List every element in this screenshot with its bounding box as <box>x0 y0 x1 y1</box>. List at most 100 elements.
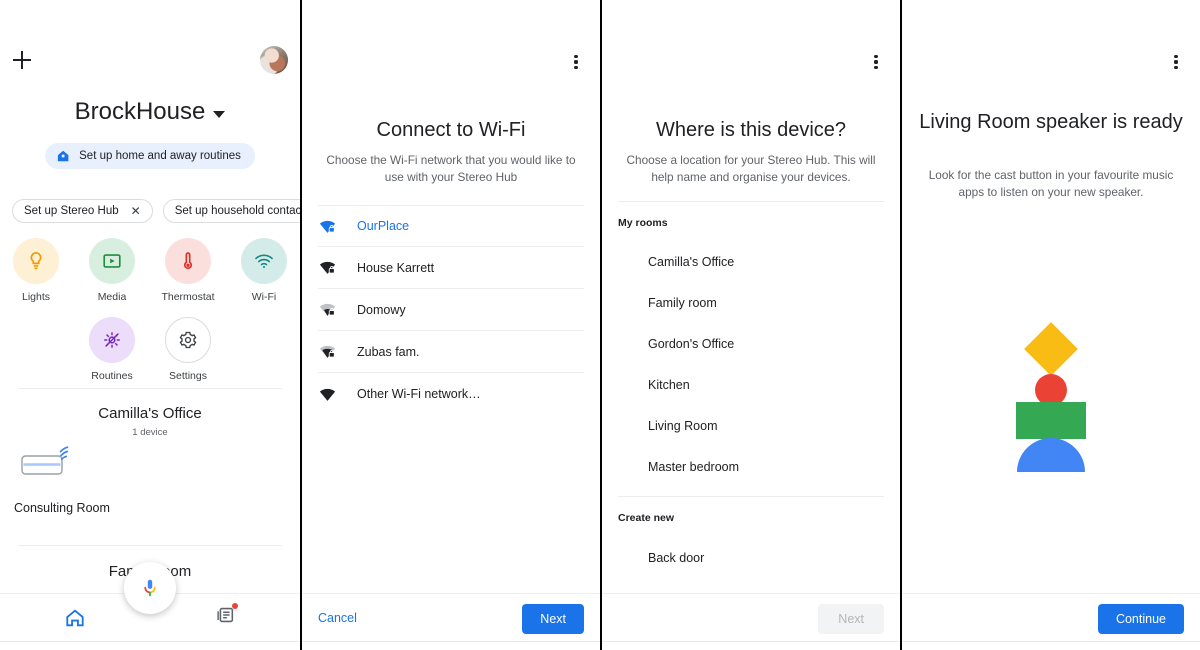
tile-label: Settings <box>169 370 207 382</box>
wifi-icon <box>241 238 287 284</box>
divider <box>302 641 600 642</box>
thermometer-icon <box>165 238 211 284</box>
assistant-mic-icon <box>144 579 156 597</box>
wifi-network-row[interactable]: Domowy <box>318 289 584 331</box>
wifi-lock-weak-icon <box>319 303 336 316</box>
divider <box>618 201 884 202</box>
page-title: Where is this device? <box>655 119 847 141</box>
wifi-network-row[interactable]: Zubas fam. <box>318 331 584 373</box>
chip-label: Set up household contacts <box>174 205 300 217</box>
room-option[interactable]: Master bedroom <box>648 446 884 487</box>
speaker-ready-illustration <box>902 322 1200 480</box>
create-room-option[interactable]: Back door <box>648 537 884 578</box>
wifi-network-row[interactable]: House Karrett <box>318 247 584 289</box>
wifi-lock-strong-icon <box>319 261 336 274</box>
four-panel-screenshot-strip: BrockHouse Set up home and away routines… <box>0 0 1200 650</box>
chevron-down-icon <box>213 110 226 118</box>
wifi-icon <box>319 388 336 401</box>
rectangle-shape-icon <box>1016 402 1086 439</box>
dome-shape-icon <box>1017 438 1085 472</box>
cancel-button[interactable]: Cancel <box>318 611 357 625</box>
home-routines-icon <box>57 150 69 162</box>
page-subtitle: Choose a location for your Stereo Hub. T… <box>626 153 876 185</box>
tile-label: Wi-Fi <box>251 291 277 303</box>
room-title: Camilla's Office <box>98 405 202 422</box>
setup-routines-chip[interactable]: Set up home and away routines <box>45 143 255 169</box>
action-bar: Cancel Next <box>302 593 600 641</box>
page-title: Connect to Wi-Fi <box>376 119 526 141</box>
home-icon <box>66 608 84 626</box>
divider <box>18 388 282 389</box>
assistant-mic-button[interactable] <box>124 562 176 614</box>
plus-icon[interactable] <box>13 51 31 69</box>
tile-wifi[interactable]: Wi-Fi <box>232 238 296 303</box>
wifi-network-row-other[interactable]: Other Wi-Fi network… <box>318 373 584 415</box>
tile-thermostat[interactable]: Thermostat <box>156 238 220 303</box>
section-header-create-new: Create new <box>618 512 675 524</box>
panel-device-location: Where is this device? Choose a location … <box>600 0 900 650</box>
quick-action-tiles: Lights Media Thermostat Wi-Fi Routines S… <box>0 238 300 382</box>
tile-media[interactable]: Media <box>80 238 144 303</box>
tile-label: Routines <box>91 370 133 382</box>
setup-routines-label: Set up home and away routines <box>79 150 241 162</box>
gear-icon <box>165 317 211 363</box>
overflow-menu-icon[interactable] <box>566 52 586 72</box>
room-option[interactable]: Gordon's Office <box>648 323 884 364</box>
divider <box>902 641 1200 642</box>
wifi-network-name: House Karrett <box>357 260 435 275</box>
home-name: BrockHouse <box>74 98 206 125</box>
panel-home: BrockHouse Set up home and away routines… <box>0 0 300 650</box>
action-bar: Next <box>602 593 900 641</box>
tile-routines[interactable]: Routines <box>80 317 144 382</box>
divider <box>602 641 900 642</box>
divider <box>18 545 282 546</box>
chip-setup-household-contacts[interactable]: Set up household contacts ✕ <box>162 199 300 223</box>
close-icon[interactable]: ✕ <box>131 205 141 217</box>
action-bar: Continue <box>902 593 1200 641</box>
page-title: Living Room speaker is ready <box>919 111 1183 133</box>
smart-display-icon <box>21 446 69 475</box>
divider <box>0 641 300 642</box>
diamond-shape-icon <box>1024 322 1078 376</box>
tile-label: Media <box>97 291 127 303</box>
divider <box>618 496 884 497</box>
overflow-menu-icon[interactable] <box>1166 52 1186 72</box>
wifi-lock-strong-icon <box>319 220 336 233</box>
page-title[interactable]: BrockHouse <box>0 98 300 126</box>
room-option[interactable]: Family room <box>648 282 884 323</box>
wifi-network-list: OurPlace House Karrett Domowy Zubas fam.… <box>318 205 584 415</box>
chip-setup-stereo-hub[interactable]: Set up Stereo Hub ✕ <box>12 199 153 223</box>
continue-button[interactable]: Continue <box>1097 604 1184 634</box>
room-device-count: 1 device <box>132 427 168 438</box>
wifi-network-name: Zubas fam. <box>357 344 420 359</box>
notification-badge <box>232 603 238 609</box>
overflow-menu-icon[interactable] <box>866 52 886 72</box>
room-option[interactable]: Camilla's Office <box>648 241 884 282</box>
nav-item-home[interactable] <box>0 607 150 629</box>
device-card[interactable]: Consulting Room <box>14 440 164 515</box>
avatar[interactable] <box>260 46 288 74</box>
room-option[interactable]: Kitchen <box>648 364 884 405</box>
wifi-network-name: Other Wi-Fi network… <box>357 387 481 401</box>
next-button[interactable]: Next <box>818 604 884 634</box>
device-label: Consulting Room <box>14 501 110 515</box>
section-header-my-rooms: My rooms <box>618 217 668 229</box>
tile-label: Lights <box>21 291 51 303</box>
chip-label: Set up Stereo Hub <box>24 205 119 217</box>
panel-speaker-ready: Living Room speaker is ready Look for th… <box>900 0 1200 650</box>
tile-label: Thermostat <box>161 291 215 303</box>
wifi-network-name: Domowy <box>357 302 406 317</box>
routines-icon <box>89 317 135 363</box>
wifi-network-name: OurPlace <box>357 219 410 233</box>
panel-connect-wifi: Connect to Wi-Fi Choose the Wi-Fi networ… <box>300 0 600 650</box>
tile-lights[interactable]: Lights <box>4 238 68 303</box>
my-rooms-list: Camilla's Office Family room Gordon's Of… <box>648 241 884 487</box>
lightbulb-icon <box>13 238 59 284</box>
room-option[interactable]: Living Room <box>648 405 884 446</box>
next-button[interactable]: Next <box>522 604 584 634</box>
page-subtitle: Choose the Wi-Fi network that you would … <box>326 153 576 185</box>
nav-item-feed[interactable] <box>150 603 300 631</box>
wifi-lock-medium-icon <box>319 345 336 358</box>
wifi-network-row[interactable]: OurPlace <box>318 205 584 247</box>
tile-settings[interactable]: Settings <box>156 317 220 382</box>
